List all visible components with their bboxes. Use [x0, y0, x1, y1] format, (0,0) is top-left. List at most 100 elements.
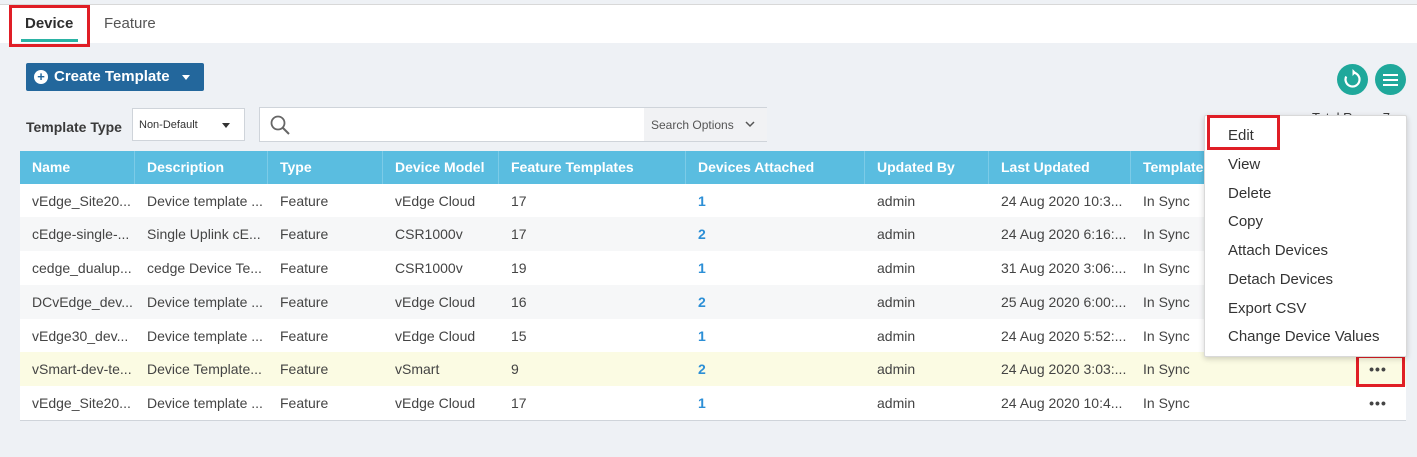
column-header-description[interactable]: Description	[135, 151, 268, 184]
cell-updated-by: admin	[877, 193, 916, 209]
column-header-updated-by[interactable]: Updated By	[865, 151, 989, 184]
table-row[interactable]: vEdge30_dev... Device template ... Feature…	[20, 319, 1406, 353]
menu-item-export-csv[interactable]: Export CSV	[1228, 300, 1306, 317]
refresh-button[interactable]	[1337, 64, 1368, 95]
highlight-box-device-tab	[9, 5, 90, 47]
menu-item-detach-devices[interactable]: Detach Devices	[1228, 271, 1333, 288]
cell-name: vSmart-dev-te...	[32, 361, 132, 377]
search-input[interactable]	[298, 109, 678, 140]
column-header-feature-templates[interactable]: Feature Templates	[499, 151, 686, 184]
column-header-name[interactable]: Name	[20, 151, 135, 184]
table-row[interactable]: vSmart-dev-te... Device Template... Featur…	[20, 352, 1406, 386]
menu-item-view[interactable]: View	[1228, 156, 1260, 173]
chevron-down-icon	[745, 121, 755, 128]
cell-last-updated: 31 Aug 2020 3:06:...	[1001, 260, 1127, 276]
cell-devices-attached[interactable]: 1	[686, 386, 865, 420]
refresh-icon	[1344, 69, 1361, 88]
cell-updated-by: admin	[877, 361, 916, 377]
column-header-type[interactable]: Type	[268, 151, 383, 184]
cell-description: Device Template...	[147, 361, 262, 377]
cell-last-updated: 24 Aug 2020 10:3...	[1001, 193, 1123, 209]
cell-devices-attached[interactable]: 1	[686, 184, 865, 218]
cell-feature-templates: 15	[511, 328, 527, 344]
templates-table: Name Description Type Device Model Featu…	[20, 151, 1406, 421]
search-options-label: Search Options	[651, 118, 734, 132]
cell-devices-attached[interactable]: 1	[686, 319, 865, 353]
cell-description: Device template ...	[147, 328, 263, 344]
highlight-box-edit	[1207, 115, 1280, 150]
cell-description: Device template ...	[147, 395, 263, 411]
context-menu: Edit View Delete Copy Attach Devices Det…	[1204, 115, 1407, 357]
table-row[interactable]: vEdge_Site20... Device template ... Featur…	[20, 184, 1406, 218]
search-options-dropdown[interactable]: Search Options	[644, 108, 767, 141]
cell-description: Device template ...	[147, 294, 263, 310]
column-header-devices-attached[interactable]: Devices Attached	[686, 151, 865, 184]
table-menu-button[interactable]	[1375, 64, 1406, 95]
cell-last-updated: 24 Aug 2020 6:16:...	[1001, 226, 1127, 242]
template-type-label: Template Type	[26, 119, 122, 135]
template-type-value: Non-Default	[139, 119, 198, 131]
cell-last-updated: 25 Aug 2020 6:00:...	[1001, 294, 1127, 310]
cell-name: vEdge_Site20...	[32, 193, 131, 209]
cell-type: Feature	[280, 328, 329, 344]
cell-updated-by: admin	[877, 260, 916, 276]
cell-updated-by: admin	[877, 226, 916, 242]
cell-device-model: vSmart	[395, 361, 440, 377]
cell-name: vEdge_Site20...	[32, 395, 131, 411]
cell-device-model: vEdge Cloud	[395, 395, 476, 411]
chevron-down-icon	[182, 75, 190, 80]
column-header-device-model[interactable]: Device Model	[383, 151, 499, 184]
cell-type: Feature	[280, 361, 329, 377]
cell-description: Single Uplink cE...	[147, 226, 261, 242]
cell-description: cedge Device Te...	[147, 260, 262, 276]
cell-device-model: vEdge Cloud	[395, 193, 476, 209]
tab-feature[interactable]: Feature	[104, 15, 156, 32]
column-header-last-updated[interactable]: Last Updated	[989, 151, 1131, 184]
cell-last-updated: 24 Aug 2020 10:4...	[1001, 395, 1123, 411]
cell-type: Feature	[280, 193, 329, 209]
cell-updated-by: admin	[877, 294, 916, 310]
table-row[interactable]: cedge_dualup... cedge Device Te... Feature…	[20, 251, 1406, 285]
menu-item-attach-devices[interactable]: Attach Devices	[1228, 242, 1328, 259]
cell-updated-by: admin	[877, 395, 916, 411]
more-horizontal-icon[interactable]: •••	[1358, 390, 1398, 416]
create-template-button[interactable]: + Create Template	[26, 63, 204, 91]
menu-item-change-device-values[interactable]: Change Device Values	[1228, 328, 1379, 345]
cell-type: Feature	[280, 395, 329, 411]
highlight-box-more-button	[1356, 355, 1405, 387]
cell-type: Feature	[280, 294, 329, 310]
cell-description: Device template ...	[147, 193, 263, 209]
create-template-label: Create Template	[54, 68, 170, 85]
cell-devices-attached[interactable]: 2	[686, 217, 865, 251]
cell-template-status: In Sync	[1143, 361, 1190, 377]
cell-name: vEdge30_dev...	[32, 328, 129, 344]
table-row[interactable]: vEdge_Site20... Device template ... Featur…	[20, 386, 1406, 420]
menu-item-copy[interactable]: Copy	[1228, 213, 1263, 230]
cell-device-model: vEdge Cloud	[395, 328, 476, 344]
table-header: Name Description Type Device Model Featu…	[20, 151, 1406, 184]
cell-devices-attached[interactable]: 1	[686, 251, 865, 285]
cell-devices-attached[interactable]: 2	[686, 285, 865, 319]
cell-device-model: CSR1000v	[395, 260, 463, 276]
cell-last-updated: 24 Aug 2020 5:52:...	[1001, 328, 1127, 344]
cell-devices-attached[interactable]: 2	[686, 352, 865, 386]
cell-updated-by: admin	[877, 328, 916, 344]
cell-feature-templates: 19	[511, 260, 527, 276]
cell-name: cEdge-single-...	[32, 226, 130, 242]
template-type-select[interactable]: Non-Default	[132, 108, 245, 141]
table-row[interactable]: DCvEdge_dev... Device template ... Feature…	[20, 285, 1406, 319]
menu-item-delete[interactable]: Delete	[1228, 185, 1271, 202]
cell-feature-templates: 17	[511, 395, 527, 411]
table-row[interactable]: cEdge-single-... Single Uplink cE... Featu…	[20, 217, 1406, 251]
chevron-down-icon	[222, 123, 230, 128]
plus-circle-icon: +	[34, 70, 48, 84]
cell-type: Feature	[280, 226, 329, 242]
cell-feature-templates: 17	[511, 226, 527, 242]
cell-type: Feature	[280, 260, 329, 276]
cell-name: cedge_dualup...	[32, 260, 132, 276]
search-icon	[270, 115, 290, 135]
cell-feature-templates: 9	[511, 361, 519, 377]
cell-template-status: In Sync	[1143, 395, 1190, 411]
cell-last-updated: 24 Aug 2020 3:03:...	[1001, 361, 1127, 377]
cell-feature-templates: 17	[511, 193, 527, 209]
